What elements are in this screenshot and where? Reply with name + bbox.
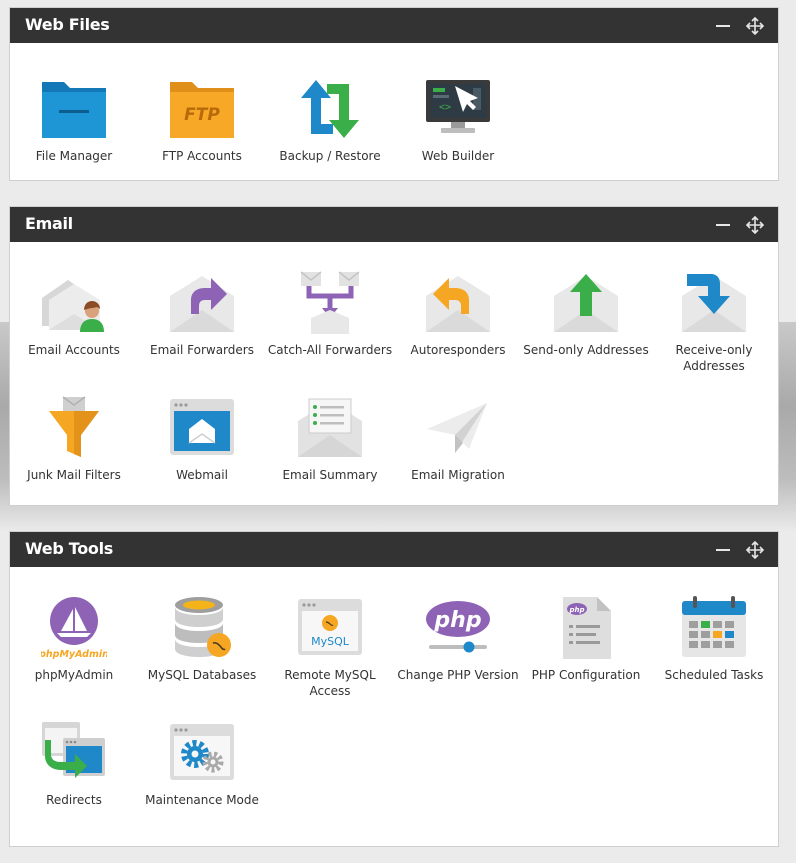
- minimize-icon[interactable]: [714, 17, 732, 35]
- tile-label: Backup / Restore: [279, 149, 381, 163]
- web-files-header: Web Files: [10, 8, 778, 43]
- backup-restore-icon: [301, 80, 359, 138]
- php-version-icon: php: [426, 601, 490, 653]
- web-builder-tile[interactable]: <> Web Builder: [394, 76, 522, 186]
- redirects-tile[interactable]: Redirects: [10, 720, 138, 830]
- tile-label: Catch-All Forwarders: [267, 343, 393, 357]
- email-summary-tile[interactable]: Email Summary: [266, 395, 394, 505]
- phpmyadmin-icon: phpMyAdmin: [41, 597, 107, 660]
- tile-label: phpMyAdmin: [34, 668, 114, 682]
- ftp-folder-icon: FTP: [170, 82, 234, 138]
- tile-label: Redirects: [46, 793, 102, 807]
- php-icon-text: php: [433, 608, 481, 633]
- tile-label: Scheduled Tasks: [664, 668, 764, 682]
- calendar-icon: [682, 596, 746, 657]
- junk-mail-filters-tile[interactable]: Junk Mail Filters: [10, 395, 138, 505]
- email-forwarders-tile[interactable]: Email Forwarders: [138, 270, 266, 380]
- ftp-icon-text: FTP: [184, 105, 220, 125]
- mysql-icon-text: MySQL: [311, 635, 350, 648]
- envelope-receive-icon: [682, 274, 746, 332]
- web-files-title: Web Files: [25, 15, 110, 34]
- tile-label: Email Accounts: [28, 343, 120, 357]
- svg-text:php: php: [568, 606, 584, 614]
- web-tools-header: Web Tools: [10, 532, 778, 567]
- tile-label: Email Forwarders: [150, 343, 254, 357]
- tile-label: Remote MySQL Access: [284, 668, 376, 698]
- tile-label: Web Builder: [421, 149, 495, 163]
- backup-restore-tile[interactable]: Backup / Restore: [266, 76, 394, 186]
- webmail-tile[interactable]: Webmail: [138, 395, 266, 505]
- tile-label: Receive-only Addresses: [675, 343, 753, 373]
- file-manager-tile[interactable]: File Manager: [10, 76, 138, 186]
- tile-label: Email Migration: [411, 468, 505, 482]
- php-config-document-icon: php: [563, 597, 611, 659]
- email-panel: Email Email Accounts Email Forwarders Ca…: [9, 206, 779, 506]
- move-icon[interactable]: [746, 541, 764, 559]
- mysql-databases-tile[interactable]: MySQL Databases: [138, 595, 266, 705]
- folder-icon: [42, 82, 106, 138]
- receive-only-addresses-tile[interactable]: Receive-only Addresses: [650, 270, 778, 380]
- minimize-icon[interactable]: [714, 216, 732, 234]
- ftp-accounts-tile[interactable]: FTP FTP Accounts: [138, 76, 266, 186]
- tile-label: Maintenance Mode: [145, 793, 259, 807]
- php-configuration-tile[interactable]: php PHP Configuration: [522, 595, 650, 705]
- tile-label: Junk Mail Filters: [27, 468, 121, 482]
- envelope-forward-icon: [170, 276, 234, 332]
- tile-label: PHP Configuration: [531, 668, 641, 682]
- phpmyadmin-icon-text: phpMyAdmin: [41, 649, 107, 660]
- email-header: Email: [10, 207, 778, 242]
- web-files-panel: Web Files File Manager FTP FTP Accounts: [9, 7, 779, 181]
- email-summary-icon: [298, 398, 362, 457]
- email-title: Email: [25, 214, 73, 233]
- web-tools-title: Web Tools: [25, 539, 114, 558]
- email-migration-tile[interactable]: Email Migration: [394, 395, 522, 505]
- move-icon[interactable]: [746, 17, 764, 35]
- catch-all-icon: [300, 271, 360, 334]
- phpmyadmin-tile[interactable]: phpMyAdmin phpMyAdmin: [10, 595, 138, 705]
- email-accounts-tile[interactable]: Email Accounts: [10, 270, 138, 380]
- tile-label: Change PHP Version: [397, 668, 519, 682]
- tile-label: Send-only Addresses: [523, 343, 649, 357]
- scheduled-tasks-tile[interactable]: Scheduled Tasks: [650, 595, 778, 705]
- maintenance-mode-tile[interactable]: Maintenance Mode: [138, 720, 266, 830]
- minimize-icon[interactable]: [714, 541, 732, 559]
- tile-label: File Manager: [35, 149, 113, 163]
- envelope-reply-icon: [426, 276, 490, 332]
- web-tools-panel: Web Tools phpMyAdmin phpMyAdmin MySQL Da…: [9, 531, 779, 847]
- remote-mysql-icon: MySQL: [298, 599, 362, 655]
- tile-label: FTP Accounts: [162, 149, 242, 163]
- funnel-icon: [49, 396, 99, 457]
- catch-all-forwarders-tile[interactable]: Catch-All Forwarders: [266, 270, 394, 380]
- move-icon[interactable]: [746, 216, 764, 234]
- change-php-version-tile[interactable]: php Change PHP Version: [394, 595, 522, 705]
- redirect-icon: [42, 722, 105, 778]
- paper-plane-icon: [427, 403, 487, 453]
- tile-label: Autoresponders: [410, 343, 506, 357]
- monitor-icon: <>: [426, 80, 490, 133]
- maintenance-gears-icon: [170, 724, 234, 780]
- tile-label: MySQL Databases: [147, 668, 257, 682]
- send-only-addresses-tile[interactable]: Send-only Addresses: [522, 270, 650, 380]
- tile-label: Webmail: [176, 468, 228, 482]
- remote-mysql-access-tile[interactable]: MySQL Remote MySQL Access: [266, 595, 394, 705]
- autoresponders-tile[interactable]: Autoresponders: [394, 270, 522, 380]
- envelope-user-icon: [42, 280, 104, 332]
- envelope-send-icon: [554, 274, 618, 332]
- tile-label: Email Summary: [282, 468, 378, 482]
- webmail-icon: [170, 399, 234, 455]
- svg-text:<>: <>: [439, 102, 451, 113]
- database-icon: [175, 597, 231, 657]
